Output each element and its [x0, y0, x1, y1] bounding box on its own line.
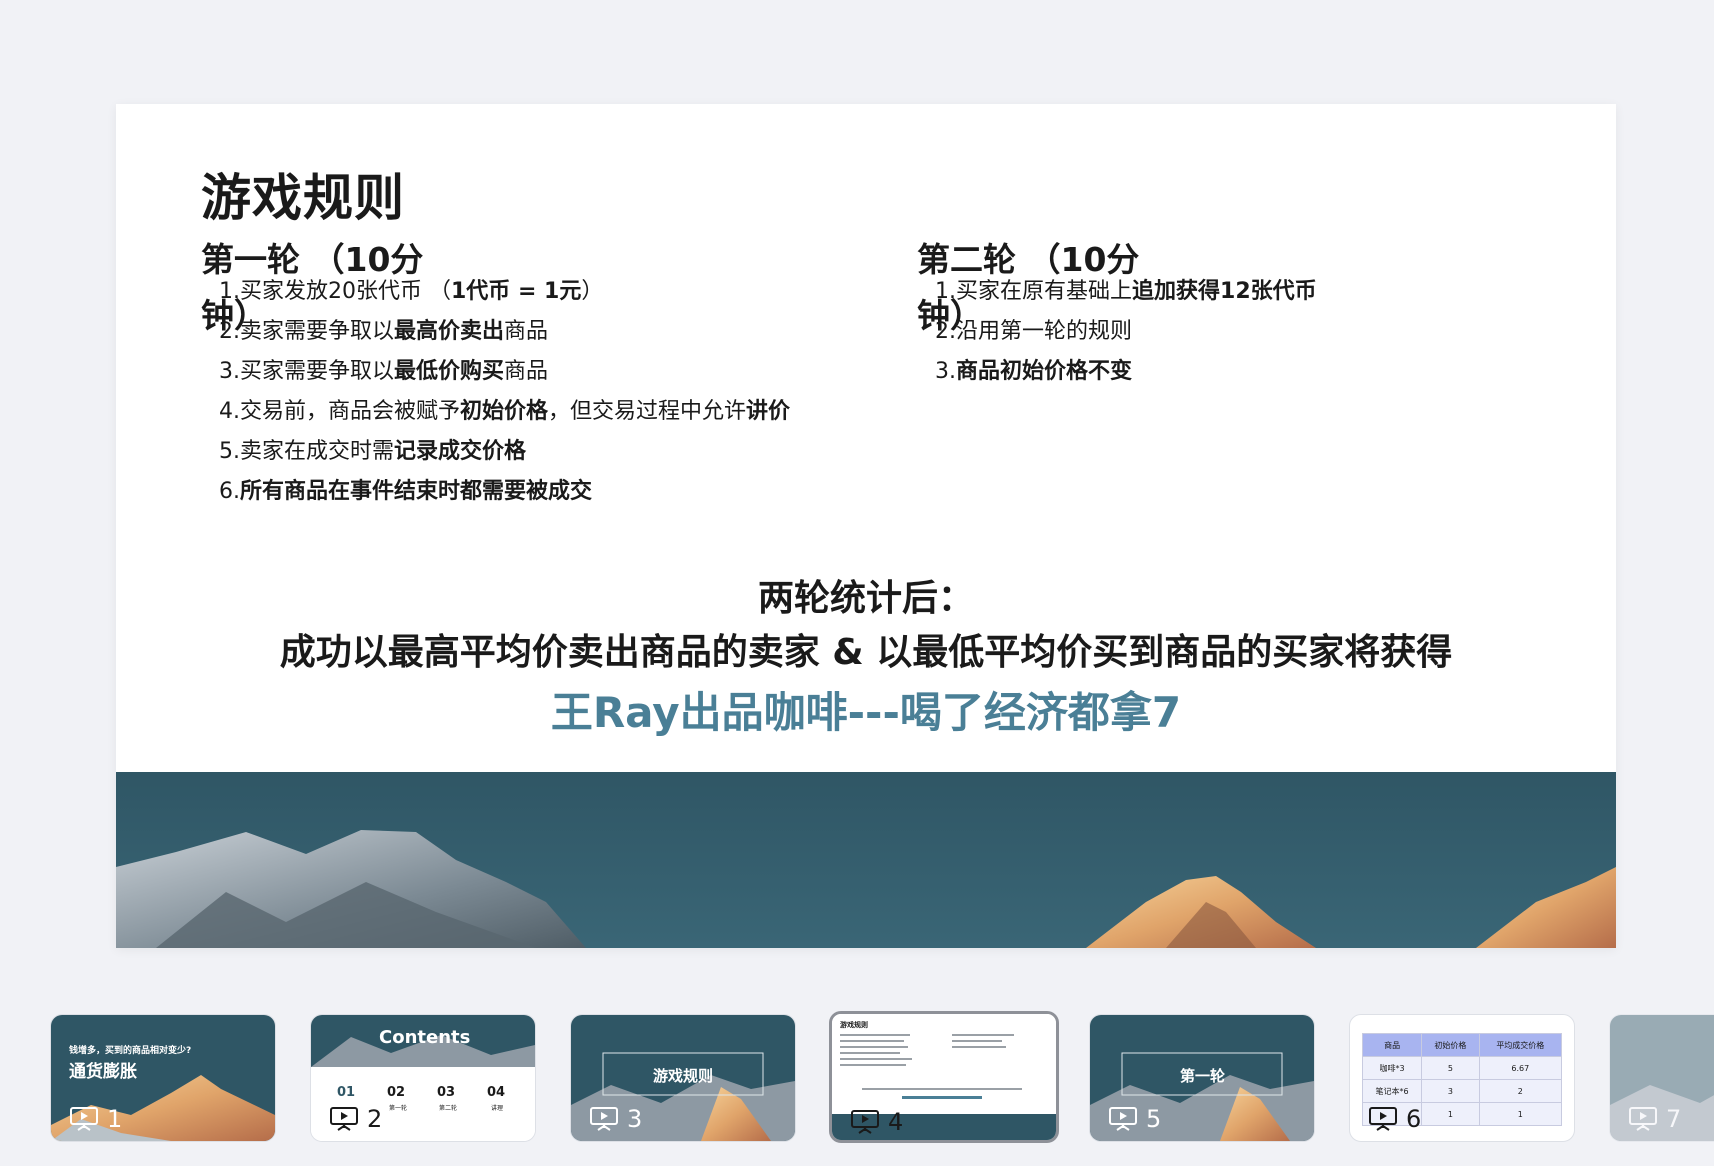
rule-item: 6.所有商品在事件结束时都需要被成交: [219, 479, 593, 504]
rule-item: 3.买家需要争取以最低价购买商品: [219, 359, 549, 384]
thumbnail-title: 通货膨胀: [69, 1062, 137, 1082]
contents-num-3: 03: [437, 1085, 456, 1100]
rule-emphasis: 最低价购买: [394, 359, 505, 384]
table-cell: 平均成交价格: [1478, 1033, 1563, 1057]
rule-emphasis: 记录成交价格: [394, 439, 527, 464]
thumbnail-title: 游戏规则: [840, 1021, 868, 1029]
rule-item: 1.买家在原有基础上追加获得12张代币: [935, 279, 1317, 304]
prize-text: 王Ray出品咖啡---喝了经济都拿7: [550, 688, 1182, 737]
rule-item: 3.商品初始价格不变: [935, 359, 1133, 384]
presentation-icon: [850, 1109, 880, 1135]
rule-text: 商品: [504, 319, 549, 344]
thumbnail-num-label: 2: [367, 1105, 383, 1133]
table-cell: 笔记本*6: [1361, 1079, 1423, 1103]
presentation-icon: [1628, 1106, 1658, 1132]
thumbnail-num-label: 4: [888, 1108, 904, 1136]
contents-label-4: 讲理: [491, 1105, 504, 1112]
contents-label-2: 第一轮: [389, 1105, 408, 1112]
round1-rules: 1.买家发放20张代币 （1代币 = 1元） 2.卖家需要争取以最高价卖出商品 3.…: [219, 272, 790, 512]
main-slide: 游戏规则 第一轮 （10分钟） 1.买家发放20张代币 （1代币 = 1元） 2.…: [116, 104, 1616, 948]
presentation-icon: [1108, 1106, 1138, 1132]
presentation-icon: [329, 1106, 359, 1132]
rule-item: 2.沿用第一轮的规则: [935, 319, 1133, 344]
thumbnail-num-label: 5: [1146, 1105, 1162, 1133]
mountain-image: [116, 772, 1616, 948]
rule-emphasis: 所有商品在事件结束时都需要被成交: [240, 479, 593, 504]
thumbnail-7[interactable]: 7: [1609, 1014, 1714, 1142]
contents-num-4: 04: [487, 1085, 506, 1100]
thumbnail-number: 3: [589, 1105, 642, 1133]
contents-label-3: 第二轮: [439, 1105, 458, 1112]
rule-emphasis: 商品初始价格不变: [956, 359, 1133, 384]
rule-text: ）: [581, 279, 604, 304]
thumbnail-1[interactable]: 钱增多，买到的商品相对变少? 通货膨胀 1: [50, 1014, 276, 1142]
thumbnail-number: 5: [1108, 1105, 1161, 1133]
rule-emphasis: 追加获得12张代币: [1132, 279, 1317, 304]
rule-emphasis: 最高价卖出: [394, 319, 505, 344]
thumbnail-title: Contents: [379, 1027, 471, 1048]
presentation-icon: [589, 1106, 619, 1132]
contents-num-2: 02: [387, 1085, 406, 1100]
thumbnail-number: 6: [1368, 1105, 1421, 1133]
thumbnail-number: 7: [1628, 1105, 1681, 1133]
thumbnail-number: 4: [850, 1108, 903, 1136]
summary-body: 成功以最高平均价卖出商品的卖家 & 以最低平均价买到商品的买家将获得: [279, 632, 1453, 673]
table-cell: 5: [1421, 1056, 1480, 1080]
rule-emphasis: 1代币 = 1元: [451, 279, 582, 304]
rule-item: 2.卖家需要争取以最高价卖出商品: [219, 319, 549, 344]
rule-text: 商品: [504, 359, 549, 384]
slide-title: 游戏规则: [201, 169, 405, 227]
thumbnail-3[interactable]: 游戏规则 3: [570, 1014, 796, 1142]
rule-text: 交易前，商品会被赋予: [240, 399, 461, 424]
rule-item: 5.卖家在成交时需记录成交价格: [219, 439, 527, 464]
rule-emphasis: 讲价: [746, 399, 791, 424]
table-cell: 2: [1478, 1079, 1563, 1103]
rule-emphasis: 初始价格: [460, 399, 549, 424]
thumbnail-5[interactable]: 第一轮 5: [1089, 1014, 1315, 1142]
thumbnail-num-label: 7: [1666, 1105, 1682, 1133]
thumbnail-2[interactable]: Contents 01 02 第一轮 03 第二轮 04 讲理 2: [310, 1014, 536, 1142]
rule-item: 1.买家发放20张代币 （1代币 = 1元）: [219, 279, 604, 304]
thumbnail-subtitle: 钱增多，买到的商品相对变少?: [69, 1046, 192, 1056]
presentation-icon: [1368, 1106, 1398, 1132]
contents-num-1: 01: [337, 1085, 356, 1100]
thumbnail-title: 游戏规则: [653, 1067, 714, 1085]
rule-text: 买家发放20张代币 （: [240, 279, 451, 304]
table-cell: 咖啡*3: [1361, 1056, 1423, 1080]
thumbnail-number: 2: [329, 1105, 382, 1133]
rule-text: 卖家在成交时需: [240, 439, 395, 464]
rule-item: 4.交易前，商品会被赋予初始价格，但交易过程中允许讲价: [219, 399, 791, 424]
round2-rules: 1.买家在原有基础上追加获得12张代币 2.沿用第一轮的规则 3.商品初始价格不变: [935, 272, 1317, 392]
rule-text: ，但交易过程中允许: [548, 399, 747, 424]
table-cell: 商品: [1361, 1033, 1423, 1057]
presentation-icon: [69, 1106, 99, 1132]
summary: 两轮统计后： 成功以最高平均价卖出商品的卖家 & 以最低平均价买到商品的买家将获…: [116, 572, 1616, 746]
slide-filmstrip: 钱增多，买到的商品相对变少? 通货膨胀 1 Contents 01 02 第一轮…: [0, 1000, 1714, 1150]
table-cell: 3: [1421, 1079, 1480, 1103]
table-cell: 初始价格: [1421, 1033, 1480, 1057]
summary-heading: 两轮统计后：: [757, 578, 974, 619]
rule-text: 卖家需要争取以: [240, 319, 395, 344]
thumbnail-6[interactable]: 商品 初始价格 平均成交价格 咖啡*3 5 6.67 笔记本*6 3 2 1 1: [1349, 1014, 1575, 1142]
table-cell: 1: [1421, 1102, 1480, 1126]
rule-text: 沿用第一轮的规则: [956, 319, 1133, 344]
table-cell: 1: [1478, 1102, 1563, 1126]
thumbnail-num-label: 3: [627, 1105, 643, 1133]
thumbnail-title: 第一轮: [1180, 1067, 1226, 1085]
rule-text: 买家在原有基础上: [956, 279, 1133, 304]
thumbnail-num-label: 6: [1406, 1105, 1422, 1133]
thumbnail-4[interactable]: 游戏规则 4: [829, 1011, 1059, 1143]
rule-text: 买家需要争取以: [240, 359, 395, 384]
table-cell: 6.67: [1478, 1056, 1563, 1080]
thumbnail-num-label: 1: [107, 1105, 123, 1133]
thumbnail-number: 1: [69, 1105, 122, 1133]
